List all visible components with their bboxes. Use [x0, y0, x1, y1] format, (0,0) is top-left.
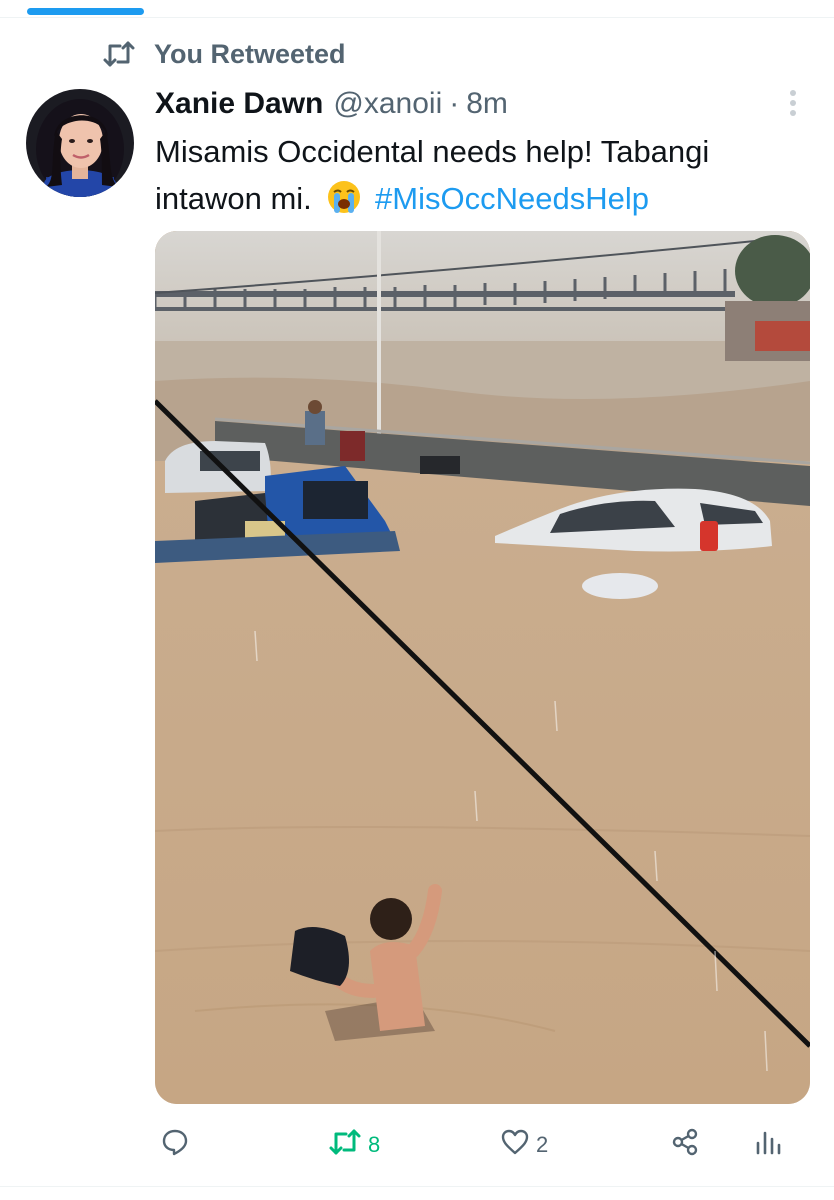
tweet-photo[interactable]: [155, 231, 810, 1104]
tweet-timestamp[interactable]: 8m: [466, 87, 508, 121]
retweet-button[interactable]: 8: [328, 1123, 380, 1167]
share-icon: [670, 1127, 700, 1163]
heart-icon: [500, 1127, 530, 1163]
active-tab-indicator: [27, 8, 144, 15]
tweet-actions: 8 2: [0, 1123, 834, 1167]
author-name[interactable]: Xanie Dawn: [155, 87, 323, 121]
analytics-button[interactable]: [754, 1123, 784, 1167]
reply-button[interactable]: [160, 1123, 196, 1167]
divider: [0, 17, 834, 18]
retweet-icon: [102, 40, 136, 68]
like-count: 2: [536, 1132, 549, 1157]
divider: [0, 1186, 834, 1187]
retweet-context-label: You Retweeted: [154, 38, 346, 69]
more-options-icon[interactable]: [782, 88, 804, 118]
tweet-text: Misamis Occidental needs help! Tabangi i…: [155, 128, 815, 222]
reply-icon: [160, 1127, 190, 1163]
like-button[interactable]: 2: [500, 1123, 548, 1167]
retweet-icon: [328, 1128, 362, 1162]
analytics-icon: [754, 1127, 784, 1163]
crying-face-emoji: [326, 179, 362, 215]
share-button[interactable]: [670, 1123, 700, 1167]
retweet-context[interactable]: You Retweeted: [102, 38, 346, 70]
tweet-header: Xanie Dawn @xanoii · 8m: [155, 84, 508, 124]
author-handle[interactable]: @xanoii: [333, 87, 442, 121]
separator: ·: [449, 87, 460, 120]
avatar[interactable]: [26, 89, 134, 197]
hashtag-link[interactable]: #MisOccNeedsHelp: [375, 181, 649, 216]
retweet-count: 8: [368, 1132, 381, 1157]
